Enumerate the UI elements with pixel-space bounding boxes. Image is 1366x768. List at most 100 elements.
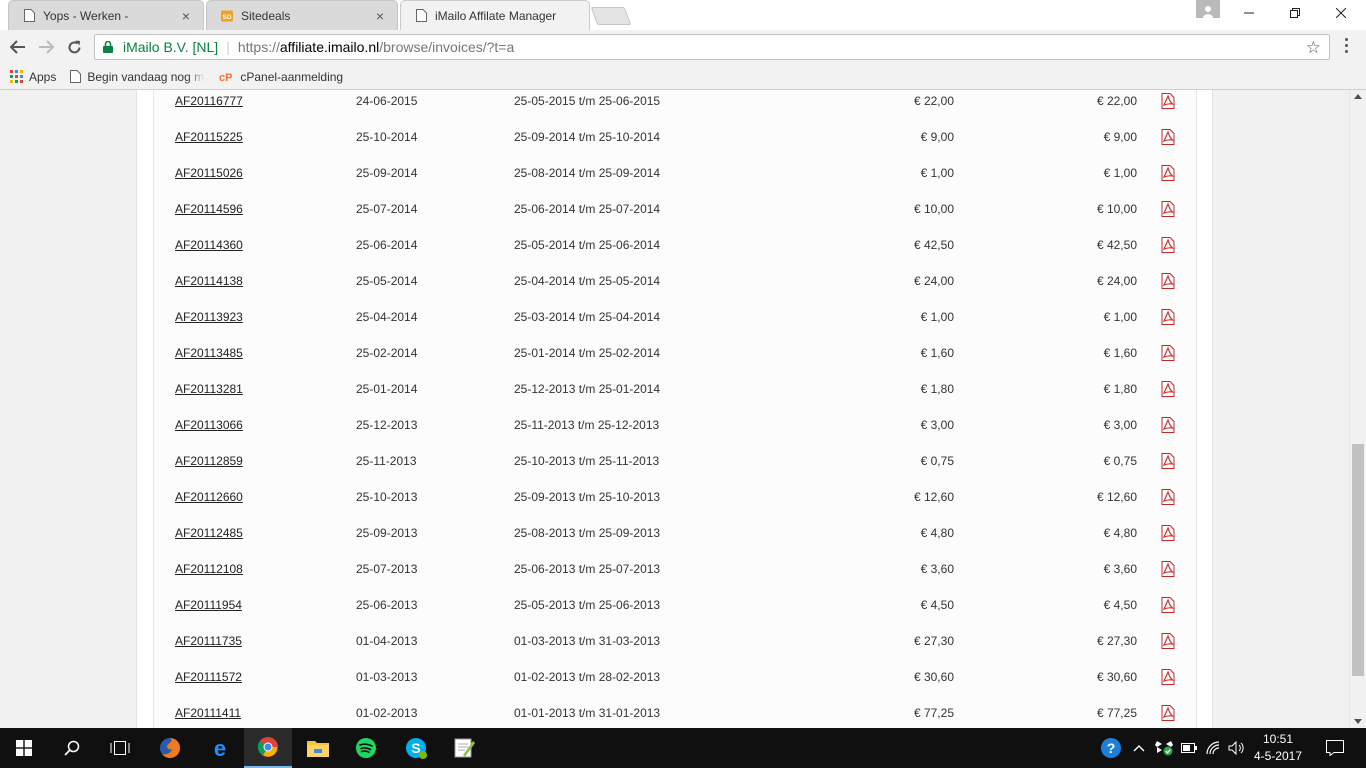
bookmark-star-icon[interactable]: ☆ [1306, 38, 1321, 58]
pdf-download-icon[interactable] [1160, 633, 1176, 649]
pdf-download-icon[interactable] [1160, 705, 1176, 721]
invoice-total: € 4,80 [1103, 526, 1137, 540]
invoice-number-link[interactable]: AF20113485 [175, 346, 243, 360]
dropbox-sync-icon[interactable] [1152, 728, 1176, 768]
firefox-icon[interactable] [146, 728, 194, 768]
spotify-icon[interactable] [342, 728, 390, 768]
invoice-number-link[interactable]: AF20115225 [175, 130, 243, 144]
bookmark-label: Apps [29, 69, 57, 84]
back-icon[interactable] [6, 36, 30, 58]
invoice-total: € 27,30 [1096, 634, 1137, 648]
clock-date: 4-5-2017 [1253, 749, 1303, 763]
invoice-number-link[interactable]: AF20111411 [175, 706, 241, 720]
notepad-plus-plus-icon[interactable] [440, 728, 488, 768]
invoice-number-link[interactable]: AF20113281 [175, 382, 243, 396]
invoice-amount: € 24,00 [913, 274, 954, 288]
pdf-download-icon[interactable] [1160, 525, 1176, 541]
tab-imailo[interactable]: iMailo Affilate Manager [400, 0, 590, 30]
new-tab-button[interactable] [590, 7, 632, 25]
skype-icon[interactable]: S [392, 728, 440, 768]
pdf-download-icon[interactable] [1160, 453, 1176, 469]
bookmark-cpanel[interactable]: cP cPanel-aanmelding [219, 70, 343, 84]
invoice-number-link[interactable]: AF20112485 [175, 526, 243, 540]
pdf-download-icon[interactable] [1160, 669, 1176, 685]
table-row: AF20112485 25-09-2013 25-08-2013 t/m 25-09… [154, 522, 1198, 558]
bookmark-apps[interactable]: Apps [10, 70, 56, 84]
pdf-download-icon[interactable] [1160, 417, 1176, 433]
invoice-number-link[interactable]: AF20116777 [175, 94, 243, 108]
invoice-number-link[interactable]: AF20113066 [175, 418, 243, 432]
scroll-down-icon[interactable] [1354, 719, 1362, 724]
invoice-number-link[interactable]: AF20115026 [175, 166, 243, 180]
invoice-amount: € 0,75 [920, 454, 954, 468]
tab-yops[interactable]: Yops - Werken - × [8, 0, 204, 30]
pdf-download-icon[interactable] [1160, 201, 1176, 217]
invoice-number-link[interactable]: AF20111735 [175, 634, 242, 648]
reload-icon[interactable] [62, 36, 86, 58]
help-icon[interactable]: ? [1098, 728, 1124, 768]
volume-icon[interactable] [1226, 728, 1248, 768]
invoice-number-link[interactable]: AF20114138 [175, 274, 243, 288]
task-view-icon[interactable] [96, 728, 144, 768]
invoice-number-link[interactable]: AF20113923 [175, 310, 243, 324]
forward-icon[interactable] [34, 36, 58, 58]
bookmark-begin-vandaag[interactable]: Begin vandaag nog m [70, 70, 205, 84]
table-row: AF20116777 24-06-2015 25-05-2015 t/m 25-06… [154, 90, 1198, 126]
address-bar[interactable]: iMailo B.V. [NL] | https:// affiliate.im… [94, 34, 1330, 60]
pdf-download-icon[interactable] [1160, 345, 1176, 361]
pdf-download-icon[interactable] [1160, 237, 1176, 253]
battery-icon[interactable] [1178, 728, 1200, 768]
invoice-period: 25-04-2014 t/m 25-05-2014 [514, 274, 661, 288]
invoice-amount: € 12,60 [913, 490, 954, 504]
menu-icon[interactable] [1344, 38, 1350, 56]
wifi-icon[interactable] [1202, 728, 1224, 768]
pdf-download-icon[interactable] [1160, 165, 1176, 181]
minimize-icon[interactable] [1226, 0, 1272, 26]
close-icon[interactable]: × [373, 8, 387, 24]
site-identity[interactable]: iMailo B.V. [NL] [123, 39, 218, 55]
pdf-download-icon[interactable] [1160, 129, 1176, 145]
invoice-date: 25-09-2014 [356, 166, 418, 180]
pdf-download-icon[interactable] [1160, 561, 1176, 577]
invoice-number-link[interactable]: AF20112660 [175, 490, 243, 504]
pdf-download-icon[interactable] [1160, 597, 1176, 613]
invoice-date: 01-04-2013 [356, 634, 418, 648]
page-scrollbar[interactable] [1349, 90, 1366, 728]
invoice-number-link[interactable]: AF20112859 [175, 454, 243, 468]
pdf-download-icon[interactable] [1160, 273, 1176, 289]
chrome-icon[interactable] [244, 728, 292, 768]
page-viewport: AF20116777 24-06-2015 25-05-2015 t/m 25-06… [0, 90, 1349, 728]
invoice-total: € 24,00 [1096, 274, 1137, 288]
pdf-download-icon[interactable] [1160, 381, 1176, 397]
windows-start-icon[interactable] [0, 728, 48, 768]
pdf-download-icon[interactable] [1160, 93, 1176, 109]
invoice-period: 25-06-2014 t/m 25-07-2014 [514, 202, 661, 216]
table-row: AF20113281 25-01-2014 25-12-2013 t/m 25-01… [154, 378, 1198, 414]
search-icon[interactable] [48, 728, 96, 768]
table-row: AF20111954 25-06-2013 25-05-2013 t/m 25-06… [154, 594, 1198, 630]
file-explorer-icon[interactable] [294, 728, 342, 768]
pdf-download-icon[interactable] [1160, 489, 1176, 505]
tab-sitedeals[interactable]: SD Sitedeals × [206, 0, 398, 30]
notifications-icon[interactable] [1320, 728, 1350, 768]
profile-icon[interactable] [1196, 0, 1220, 18]
invoice-number-link[interactable]: AF20111572 [175, 670, 242, 684]
chevron-up-icon[interactable] [1128, 728, 1150, 768]
pdf-download-icon[interactable] [1160, 309, 1176, 325]
invoice-number-link[interactable]: AF20112108 [175, 562, 243, 576]
invoice-number-link[interactable]: AF20114360 [175, 238, 243, 252]
system-clock[interactable]: 10:51 4-5-2017 [1246, 731, 1310, 765]
restore-icon[interactable] [1272, 0, 1318, 26]
close-icon[interactable]: × [179, 8, 193, 24]
close-window-icon[interactable] [1318, 0, 1364, 26]
invoice-period: 25-05-2015 t/m 25-06-2015 [514, 94, 661, 108]
scroll-up-icon[interactable] [1354, 94, 1362, 99]
invoice-number-link[interactable]: AF20111954 [175, 598, 242, 612]
invoice-period: 25-03-2014 t/m 25-04-2014 [514, 310, 661, 324]
table-row: AF20111411 01-02-2013 01-01-2013 t/m 31-01… [154, 702, 1198, 728]
invoice-number-link[interactable]: AF20114596 [175, 202, 243, 216]
invoice-amount: € 1,00 [920, 310, 954, 324]
edge-icon[interactable]: e [196, 728, 244, 768]
scrollbar-thumb[interactable] [1352, 444, 1364, 676]
invoice-date: 25-12-2013 [356, 418, 418, 432]
